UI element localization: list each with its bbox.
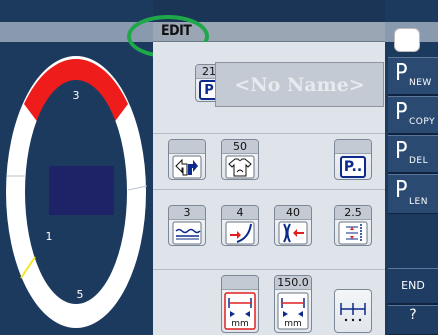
stitch-density-icon bbox=[338, 221, 368, 244]
edit-panel: 21 P <No Name> 50 P.. 3 4 40 2.5 mm 150.… bbox=[153, 42, 385, 335]
length-b-button[interactable]: 150.0 mm bbox=[274, 275, 312, 333]
length-b-value: 150.0 bbox=[275, 276, 311, 290]
wheel-label: 5 bbox=[77, 288, 84, 301]
p-new-glyph: P bbox=[395, 60, 408, 86]
p-new-label: NEW bbox=[409, 78, 432, 88]
length-a-icon: mm bbox=[224, 292, 256, 330]
curve-value: 4 bbox=[222, 206, 258, 220]
row-divider bbox=[153, 133, 385, 134]
program-new-button[interactable]: P NEW bbox=[388, 57, 438, 95]
gather-value: 40 bbox=[275, 206, 311, 220]
program-name-field[interactable]: <No Name> bbox=[215, 62, 384, 107]
curve-feed-icon bbox=[225, 221, 255, 244]
row-divider bbox=[153, 189, 385, 190]
help-button[interactable]: ? bbox=[388, 305, 438, 335]
stitch-zigzag-icon bbox=[172, 221, 202, 244]
p-copy-glyph: P bbox=[395, 99, 408, 125]
speed-button[interactable]: 50 bbox=[221, 139, 259, 180]
end-label: END bbox=[401, 279, 425, 292]
reverse-stitch-button[interactable] bbox=[168, 139, 206, 180]
wheel-center-block bbox=[49, 166, 114, 215]
speed-value: 50 bbox=[222, 140, 258, 154]
density-button[interactable]: 2.5 bbox=[334, 205, 372, 246]
p-del-label: DEL bbox=[409, 156, 429, 166]
curve-button[interactable]: 4 bbox=[221, 205, 259, 246]
length-a-button[interactable]: mm bbox=[221, 275, 259, 333]
help-icon: ? bbox=[409, 307, 417, 323]
p-copy-label: COPY bbox=[409, 117, 436, 127]
gather-icon bbox=[278, 221, 308, 244]
program-list-button[interactable]: P.. bbox=[334, 139, 372, 180]
length-c-button[interactable] bbox=[334, 289, 372, 333]
select-checkbox[interactable] bbox=[394, 28, 420, 52]
left-panel: 3 2 1 5 bbox=[0, 0, 153, 335]
program-copy-button[interactable]: P COPY bbox=[388, 96, 438, 134]
length-a-unit: mm bbox=[231, 319, 249, 329]
p-del-glyph: P bbox=[395, 138, 408, 164]
length-c-icon bbox=[340, 303, 366, 322]
gather-button[interactable]: 40 bbox=[274, 205, 312, 246]
length-b-icon: mm bbox=[277, 292, 309, 330]
program-list-icon: P.. bbox=[340, 155, 366, 178]
sequence-wheel[interactable]: 3 2 1 5 bbox=[0, 42, 153, 335]
density-value: 2.5 bbox=[335, 206, 371, 220]
program-delete-button[interactable]: P DEL bbox=[388, 135, 438, 173]
p-len-label: LEN bbox=[409, 197, 428, 207]
program-length-button[interactable]: P LEN bbox=[388, 174, 438, 214]
length-a-value bbox=[222, 276, 258, 290]
program-name: <No Name> bbox=[234, 73, 365, 96]
wheel-label: 3 bbox=[73, 89, 80, 102]
length-b-unit: mm bbox=[284, 319, 302, 329]
row-divider bbox=[153, 269, 385, 270]
stitch-button[interactable]: 3 bbox=[168, 205, 206, 246]
wheel-label: 1 bbox=[46, 230, 53, 243]
stitch-value: 3 bbox=[169, 206, 205, 220]
garment-icon bbox=[225, 155, 255, 178]
right-sidebar: P NEW P COPY P DEL P LEN END ? bbox=[385, 0, 438, 335]
reverse-stitch-icon bbox=[172, 155, 202, 178]
end-button[interactable]: END bbox=[388, 268, 438, 304]
p-len-glyph: P bbox=[395, 177, 408, 203]
wheel-label: 2 bbox=[11, 165, 18, 178]
